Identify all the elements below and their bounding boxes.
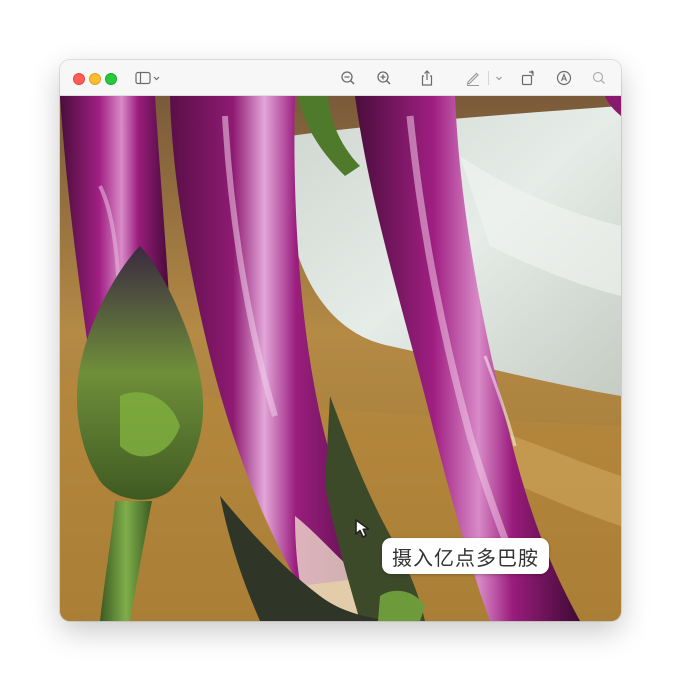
search-button[interactable] <box>590 69 608 87</box>
markup-button[interactable] <box>464 69 482 87</box>
close-button[interactable] <box>73 73 85 85</box>
minimize-button[interactable] <box>89 73 101 85</box>
zoom-in-button[interactable] <box>375 69 393 87</box>
toolbar <box>60 60 621 96</box>
zoom-out-icon <box>341 71 355 85</box>
annotate-icon <box>556 70 572 86</box>
markup-menu-button[interactable] <box>492 69 506 87</box>
share-icon <box>421 70 433 86</box>
sidebar-toggle-icon <box>135 71 160 85</box>
rotate-icon <box>521 70 534 86</box>
share-button[interactable] <box>418 69 436 87</box>
preview-window: 摄入亿点多巴胺 <box>60 60 621 621</box>
mouse-pointer-icon <box>353 517 379 543</box>
zoom-out-button[interactable] <box>339 69 357 87</box>
toolbar-divider <box>488 71 489 85</box>
rotate-button[interactable] <box>519 69 537 87</box>
search-icon <box>592 71 605 84</box>
zoom-button[interactable] <box>105 73 117 85</box>
zoom-in-icon <box>377 71 391 85</box>
sidebar-toggle-button[interactable] <box>134 69 162 87</box>
markup-icon <box>466 72 479 86</box>
chevron-down-icon <box>496 76 502 81</box>
caption-label: 摄入亿点多巴胺 <box>382 538 549 574</box>
annotate-button[interactable] <box>555 69 573 87</box>
